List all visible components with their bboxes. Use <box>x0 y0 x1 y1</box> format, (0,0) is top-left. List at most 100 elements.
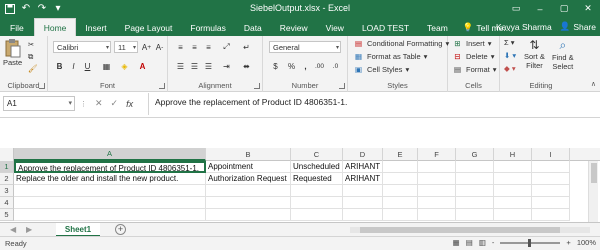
cell-b4[interactable] <box>206 197 291 209</box>
cell-a1[interactable]: Approve the replacement of Product ID 48… <box>14 161 206 173</box>
cell-e3[interactable] <box>383 185 418 197</box>
conditional-formatting-button[interactable]: ▤ Conditional Formatting ▾ <box>353 38 449 49</box>
page-layout-view-icon[interactable]: ▤ <box>466 238 473 247</box>
cell-h4[interactable] <box>494 197 532 209</box>
row-header[interactable]: 1 <box>0 161 14 173</box>
sheet-tab[interactable]: Sheet1 <box>56 223 100 237</box>
currency-button[interactable]: $ <box>269 60 282 72</box>
cell-c3[interactable] <box>291 185 343 197</box>
maximize-icon[interactable]: ▢ <box>552 0 576 17</box>
format-as-table-button[interactable]: ▦ Format as Table ▾ <box>353 51 427 62</box>
tab-team[interactable]: Team <box>418 19 457 36</box>
vertical-scrollbar[interactable] <box>588 161 598 222</box>
tab-view[interactable]: View <box>317 19 353 36</box>
decrease-font-icon[interactable]: A- <box>153 41 166 53</box>
scrollbar-thumb[interactable] <box>360 227 560 233</box>
cell-i5[interactable] <box>532 209 570 221</box>
font-launcher-icon[interactable] <box>159 83 165 89</box>
row-header[interactable]: 5 <box>0 209 14 221</box>
format-cells-button[interactable]: ▤ Format ▾ <box>452 64 497 75</box>
row-header[interactable]: 2 <box>0 173 14 185</box>
cell-d2[interactable]: ARIHANT <box>343 173 383 185</box>
autosum-icon[interactable]: Σ ▾ <box>504 38 515 47</box>
redo-icon[interactable]: ↷ <box>36 3 48 15</box>
cell-i2[interactable] <box>532 173 570 185</box>
select-all-corner[interactable] <box>0 148 14 161</box>
bold-button[interactable]: B <box>53 60 66 72</box>
tab-review[interactable]: Review <box>271 19 317 36</box>
formula-input[interactable]: Approve the replacement of Product ID 48… <box>148 93 597 115</box>
cell-h3[interactable] <box>494 185 532 197</box>
tab-file[interactable]: File <box>0 19 34 36</box>
prev-sheet-icon[interactable]: ◀ <box>10 225 16 234</box>
indent-icon[interactable]: ⇥ <box>220 60 233 72</box>
cell-a3[interactable] <box>14 185 206 197</box>
cut-icon[interactable]: ✂ <box>28 40 34 49</box>
tab-page-layout[interactable]: Page Layout <box>116 19 182 36</box>
horizontal-scrollbar[interactable] <box>350 227 590 233</box>
cell-f5[interactable] <box>418 209 456 221</box>
cell-e5[interactable] <box>383 209 418 221</box>
font-name-combo[interactable]: Calibri ▾ <box>53 41 111 53</box>
clear-icon[interactable]: ◆ ▾ <box>504 64 516 73</box>
align-top-icon[interactable]: ≡ <box>174 41 187 53</box>
cell-i3[interactable] <box>532 185 570 197</box>
font-color-icon[interactable]: A <box>136 60 149 72</box>
cell-i1[interactable] <box>532 161 570 173</box>
undo-icon[interactable]: ↶ <box>20 3 32 15</box>
close-icon[interactable]: ✕ <box>576 0 600 17</box>
page-break-view-icon[interactable]: ▥ <box>479 238 486 247</box>
alignment-launcher-icon[interactable] <box>254 83 260 89</box>
font-size-combo[interactable]: 11 ▾ <box>114 41 138 53</box>
scrollbar-thumb[interactable] <box>591 163 597 183</box>
italic-button[interactable]: I <box>67 60 80 72</box>
cell-b2[interactable]: Authorization Request <box>206 173 291 185</box>
tab-load-test[interactable]: LOAD TEST <box>353 19 418 36</box>
column-header[interactable]: I <box>532 148 570 161</box>
format-painter-icon[interactable]: 🖌 <box>28 64 38 73</box>
cell-g2[interactable] <box>456 173 494 185</box>
column-header[interactable]: G <box>456 148 494 161</box>
zoom-out-button[interactable]: - <box>492 238 495 247</box>
increase-font-icon[interactable]: A + <box>140 41 153 53</box>
sort-filter-button[interactable]: ⇅ Sort & Filter <box>524 38 545 70</box>
paste-button[interactable]: Paste <box>3 38 22 67</box>
percent-button[interactable]: % <box>285 60 298 72</box>
cell-d3[interactable] <box>343 185 383 197</box>
cell-e4[interactable] <box>383 197 418 209</box>
cell-a2[interactable]: Replace the older and install the new pr… <box>14 173 206 185</box>
cell-a4[interactable] <box>14 197 206 209</box>
normal-view-icon[interactable]: ▦ <box>453 238 460 247</box>
cell-h1[interactable] <box>494 161 532 173</box>
cell-f3[interactable] <box>418 185 456 197</box>
column-header[interactable]: E <box>383 148 418 161</box>
cell-a5[interactable] <box>14 209 206 221</box>
tab-data[interactable]: Data <box>235 19 271 36</box>
row-header[interactable]: 4 <box>0 197 14 209</box>
column-header[interactable]: F <box>418 148 456 161</box>
comma-button[interactable]: , <box>299 60 312 72</box>
cell-g5[interactable] <box>456 209 494 221</box>
save-icon[interactable] <box>4 3 16 15</box>
row-header[interactable]: 3 <box>0 185 14 197</box>
cell-styles-button[interactable]: ▣ Cell Styles ▾ <box>353 64 409 75</box>
clipboard-launcher-icon[interactable] <box>39 83 45 89</box>
cell-g1[interactable] <box>456 161 494 173</box>
ribbon-display-options-icon[interactable]: ▭ <box>504 0 528 17</box>
cell-h2[interactable] <box>494 173 532 185</box>
cancel-icon[interactable]: ✕ <box>95 98 103 109</box>
wrap-text-icon[interactable]: ↵ <box>240 41 253 53</box>
insert-function-icon[interactable]: fx <box>126 99 133 109</box>
cell-i4[interactable] <box>532 197 570 209</box>
copy-icon[interactable]: ⧉ <box>28 52 33 62</box>
cell-f4[interactable] <box>418 197 456 209</box>
cell-b5[interactable] <box>206 209 291 221</box>
align-left-icon[interactable]: ☰ <box>174 60 187 72</box>
cell-f1[interactable] <box>418 161 456 173</box>
name-box[interactable]: A1 ▾ <box>3 96 75 111</box>
share-button[interactable]: 👤 Share <box>560 21 596 32</box>
delete-cells-button[interactable]: ⊟ Delete ▾ <box>452 51 494 62</box>
cell-c2[interactable]: Requested <box>291 173 343 185</box>
column-header[interactable]: B <box>206 148 291 161</box>
customize-qat-icon[interactable]: ▾ <box>52 3 64 15</box>
